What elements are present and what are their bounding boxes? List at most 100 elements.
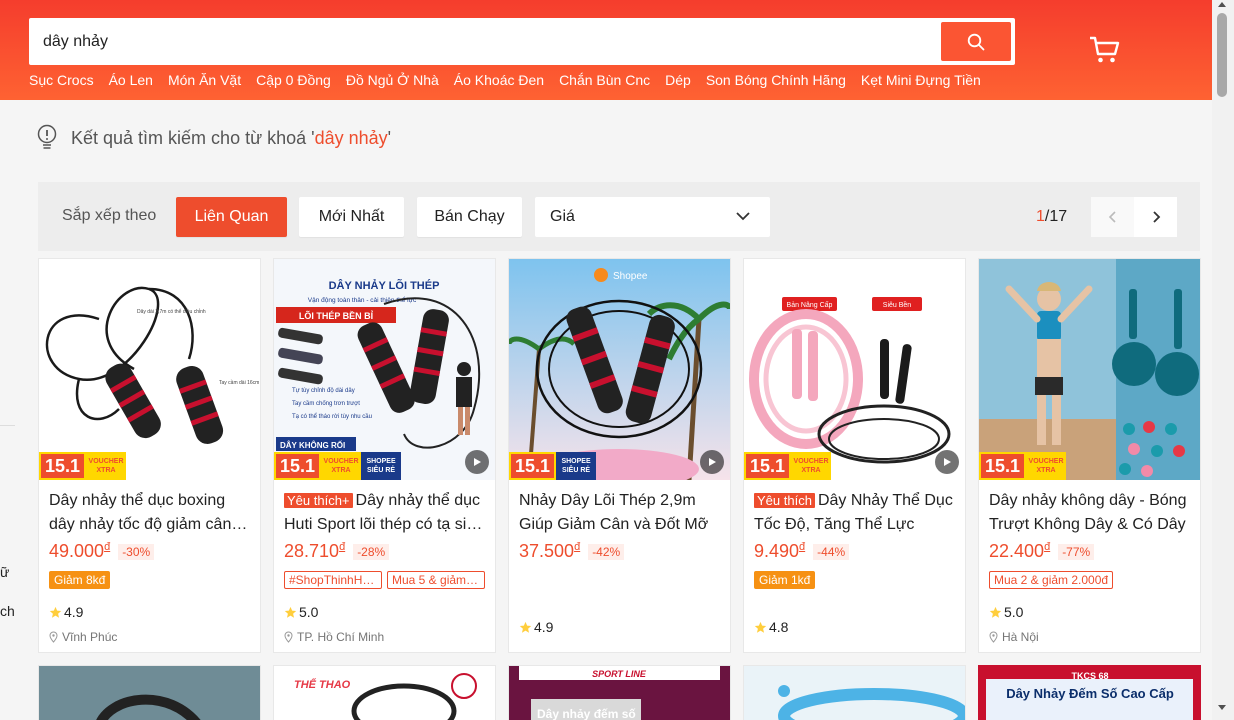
scrollbar-thumb[interactable] (1217, 13, 1227, 97)
price-currency: đ (339, 541, 346, 553)
rating-value: 4.9 (534, 619, 554, 635)
page-current: 1 (1036, 208, 1045, 225)
prev-page-button[interactable] (1091, 197, 1134, 237)
product-price: 22.400đ -77% (989, 541, 1095, 562)
suggestion-link[interactable]: Chắn Bùn Cnc (559, 72, 650, 88)
suggestion-link[interactable]: Sục Crocs (29, 72, 94, 88)
promo-date: 15.1 (39, 452, 87, 480)
photo-caption: DÂY KHÔNG RỐI (280, 440, 345, 450)
promo-badge: 15.1 SHOPEE SIÊU RẺ (509, 452, 597, 480)
shop-tag: #ShopThinhHanh (284, 571, 382, 589)
location-pin-icon (284, 631, 293, 643)
lightbulb-icon (37, 124, 57, 149)
search-button[interactable] (941, 22, 1011, 61)
scroll-up-arrow[interactable] (1218, 2, 1226, 7)
voucher-xtra-badge: VOUCHER XTRA (321, 452, 362, 480)
play-video-icon[interactable] (935, 450, 959, 474)
voucher-xtra-badge: VOUCHER XTRA (86, 452, 127, 480)
price-currency: đ (1044, 541, 1051, 553)
product-card[interactable]: SPORT LINE Dây nhảy đếm số (508, 665, 731, 720)
sidebar-divider (0, 425, 15, 426)
product-card[interactable]: DÂY NHẢY LÕI THÉP Vận động toàn thân - c… (273, 258, 496, 653)
cart-icon[interactable] (1088, 34, 1122, 66)
sort-newest-button[interactable]: Mới Nhất (299, 197, 404, 237)
price-currency: đ (574, 541, 581, 553)
suggestion-link[interactable]: Kẹt Mini Đựng Tiền (861, 72, 981, 88)
suggestion-link[interactable]: Áo Khoác Đen (454, 72, 544, 88)
shopee-sieu-re-badge: SHOPEE SIÊU RẺ (556, 452, 597, 480)
star-icon (754, 621, 767, 633)
product-card[interactable]: Shopee 15.1 SHOPEE SIÊU RẺ Nhảy Dây Lõi T… (508, 258, 731, 653)
chevron-right-icon (1152, 211, 1160, 223)
photo-caption: DÂY NHẢY LÕI THÉP (329, 279, 440, 292)
product-card[interactable]: TKCS 68 Dây Nhảy Đếm Số Cao Cấp (978, 665, 1201, 720)
product-card[interactable] (38, 665, 261, 720)
product-image: Dây dài 2,7m có thể điều chỉnh Tay cầm d… (39, 259, 260, 480)
suggestion-link[interactable]: Món Ăn Vặt (168, 72, 241, 88)
location-pin-icon (989, 631, 998, 643)
photo-caption: Dây dài 2,7m có thể điều chỉnh (137, 308, 206, 315)
suggestion-link[interactable]: Dép (665, 72, 691, 88)
play-video-icon[interactable] (465, 450, 489, 474)
scroll-down-arrow[interactable] (1218, 705, 1226, 710)
sort-relevance-button[interactable]: Liên Quan (176, 197, 287, 237)
product-image: 15.1 VOUCHER XTRA (979, 259, 1200, 480)
chevron-down-icon (736, 212, 750, 221)
suggestion-link[interactable]: Đồ Ngủ Ở Nhà (346, 72, 439, 88)
voucher-tags: #ShopThinhHanh Mua 5 & giảm 5% (284, 571, 485, 589)
suggestion-link[interactable]: Son Bóng Chính Hãng (706, 72, 846, 88)
product-card[interactable]: THỂ THAO (273, 665, 496, 720)
rating-value: 5.0 (299, 604, 319, 620)
product-card[interactable]: Dây dài 2,7m có thể điều chỉnh Tay cầm d… (38, 258, 261, 653)
page-scrollbar[interactable] (1212, 0, 1234, 720)
chevron-left-icon (1108, 211, 1116, 223)
play-video-icon[interactable] (700, 450, 724, 474)
voucher-text: VOUCHER (1028, 458, 1064, 465)
price-amount: 28.710đ (284, 541, 345, 562)
price-value: 49.000 (49, 541, 105, 561)
product-price: 28.710đ -28% (284, 541, 390, 562)
sort-price-select[interactable]: Giá (535, 197, 770, 237)
discount-badge: -77% (1058, 543, 1095, 560)
photo-caption: Tay cầm dài 16cm (219, 380, 259, 386)
price-value: 9.490 (754, 541, 800, 561)
next-page-button[interactable] (1134, 197, 1177, 237)
shopee-text: SIÊU RẺ (562, 467, 591, 474)
product-photo (979, 259, 1200, 480)
photo-caption: Bản Nâng Cấp (787, 300, 833, 309)
location-text: TP. Hồ Chí Minh (297, 630, 385, 644)
product-card[interactable]: Bản Nâng Cấp Siêu Bền 15.1 VOUCHER XTRA Y… (743, 258, 966, 653)
product-photo: TKCS 68 Dây Nhảy Đếm Số Cao Cấp (980, 667, 1199, 720)
shopee-text: SIÊU RẺ (367, 467, 396, 474)
star-icon (49, 606, 62, 618)
product-card[interactable] (743, 665, 966, 720)
product-photo (96, 694, 201, 720)
location-text: Vĩnh Phúc (62, 630, 118, 644)
product-title: Nhảy Dây Lõi Thép 2,9m Giúp Giảm Cân và … (519, 492, 709, 533)
sidebar-fragment: ữ (0, 564, 10, 580)
voucher-tag: Giảm 8kđ (49, 571, 111, 589)
product-location: Vĩnh Phúc (49, 630, 117, 644)
page-indicator: 1/17 (1036, 208, 1067, 226)
sort-bestseller-button[interactable]: Bán Chạy (417, 197, 522, 237)
star-icon (284, 606, 297, 618)
shopee-text: SHOPEE (561, 458, 591, 465)
photo-caption: Tay cầm chống trơn trượt (292, 401, 360, 407)
photo-caption: Shopee (613, 271, 648, 282)
product-title: Yêu thích+ Dây nhảy thể dục Huti Sport lõ… (284, 489, 487, 537)
product-rating: 4.8 (754, 619, 788, 635)
product-card[interactable]: 15.1 VOUCHER XTRA Dây nhảy không dây - Bó… (978, 258, 1201, 653)
search-input[interactable] (43, 18, 923, 65)
product-price: 49.000đ -30% (49, 541, 155, 562)
promo-date: 15.1 (509, 452, 557, 480)
voucher-text: XTRA (331, 467, 351, 474)
voucher-text: XTRA (96, 467, 116, 474)
promo-badge: 15.1 VOUCHER XTRA (979, 452, 1067, 480)
suggestion-link[interactable]: Cập 0 Đồng (256, 72, 331, 88)
result-suffix: ' (387, 127, 392, 148)
page-total: /17 (1044, 208, 1068, 225)
voucher-text: VOUCHER (793, 458, 829, 465)
promo-badge: 15.1 VOUCHER XTRA (744, 452, 832, 480)
suggestion-link[interactable]: Áo Len (109, 72, 153, 88)
product-image: Shopee 15.1 SHOPEE SIÊU RẺ (509, 259, 730, 480)
